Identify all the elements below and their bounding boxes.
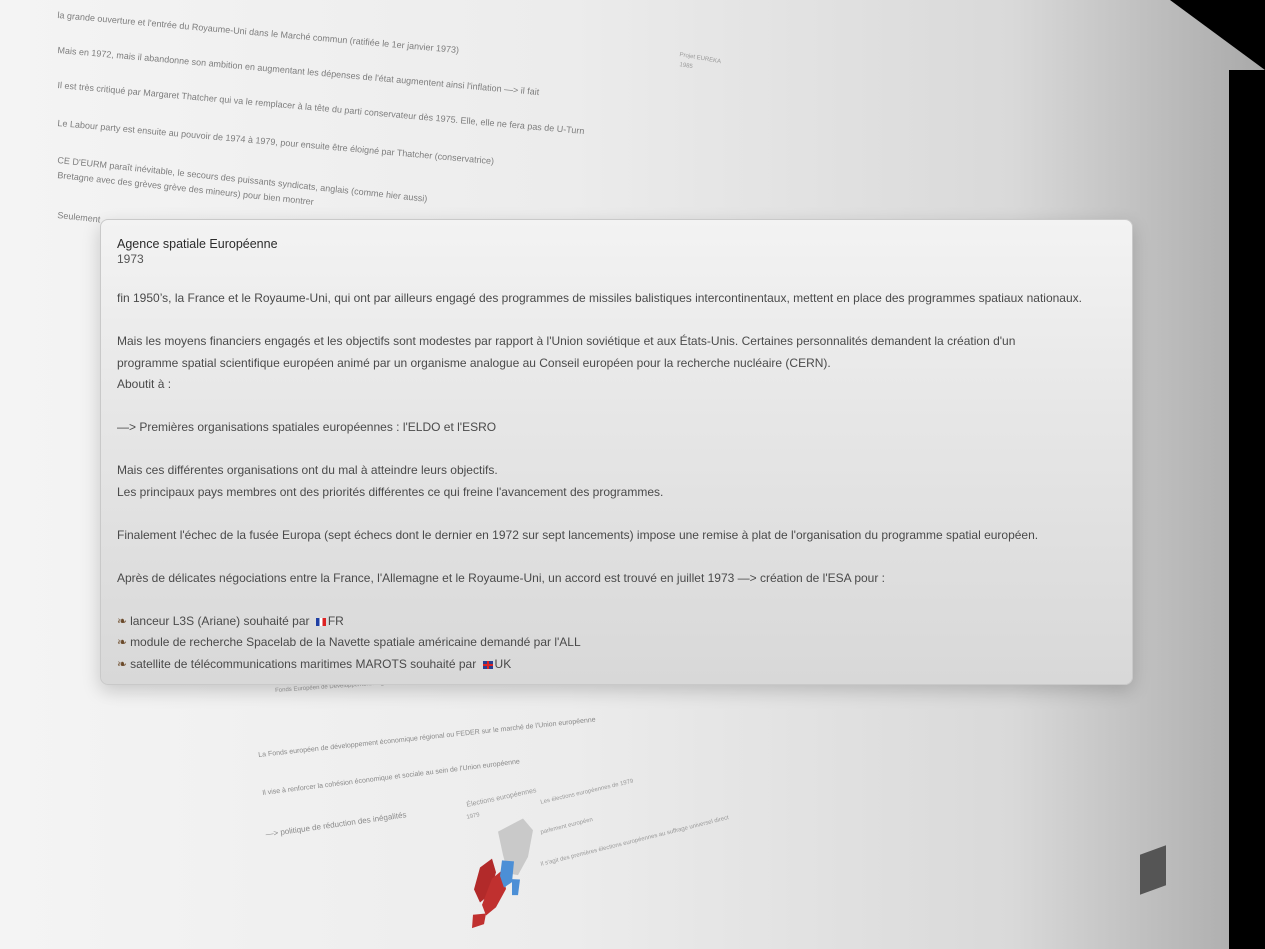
bullet-suffix: FR <box>327 613 344 628</box>
card-title: Agence spatiale Européenne <box>117 237 278 251</box>
corner-shadow <box>1170 0 1265 70</box>
fleuron-bullet-icon: ❧ <box>117 635 128 649</box>
fleuron-bullet-icon: ❧ <box>117 656 128 671</box>
paragraph: Finalement l'échec de la fusée Europa (s… <box>117 527 1039 542</box>
flag-uk-icon <box>482 660 493 669</box>
bullet-item: ❧ satellite de télécommunications maritim… <box>117 654 1116 676</box>
fleuron-bullet-icon: ❧ <box>117 613 128 628</box>
bullet-text: satellite de télécommunications maritime… <box>130 656 480 671</box>
bullet-item: ❧ lanceur L3S (Ariane) souhaité par FR <box>117 611 1116 633</box>
card-year: 1973 <box>117 252 144 266</box>
paragraph: —> Premières organisations spatiales eur… <box>117 420 497 434</box>
right-edge-shadow <box>1229 70 1265 949</box>
paragraph: Mais les moyens financiers engagés et le… <box>117 334 1016 348</box>
bullet-text: module de recherche Spacelab de la Navet… <box>130 635 581 649</box>
flag-fr-icon <box>315 617 326 626</box>
bullet-suffix: UK <box>494 656 512 671</box>
paragraph: programme spatial scientifique européen … <box>117 355 831 370</box>
paragraph: Aboutit à : <box>117 377 172 391</box>
paragraph: Après de délicates négociations entre la… <box>117 570 886 585</box>
bullet-item: ❧ module de recherche Spacelab de la Nave… <box>117 632 1116 654</box>
bullet-text: lanceur L3S (Ariane) souhaité par <box>130 613 313 628</box>
paragraph: Les principaux pays membres ont des prio… <box>117 484 664 499</box>
event-popup-card[interactable]: Agence spatiale Européenne 1973 fin 1950… <box>100 219 1133 685</box>
paragraph: Mais ces différentes organisations ont d… <box>117 463 498 477</box>
paragraph: fin 1950’s, la France et le Royaume-Uni,… <box>117 291 1082 305</box>
